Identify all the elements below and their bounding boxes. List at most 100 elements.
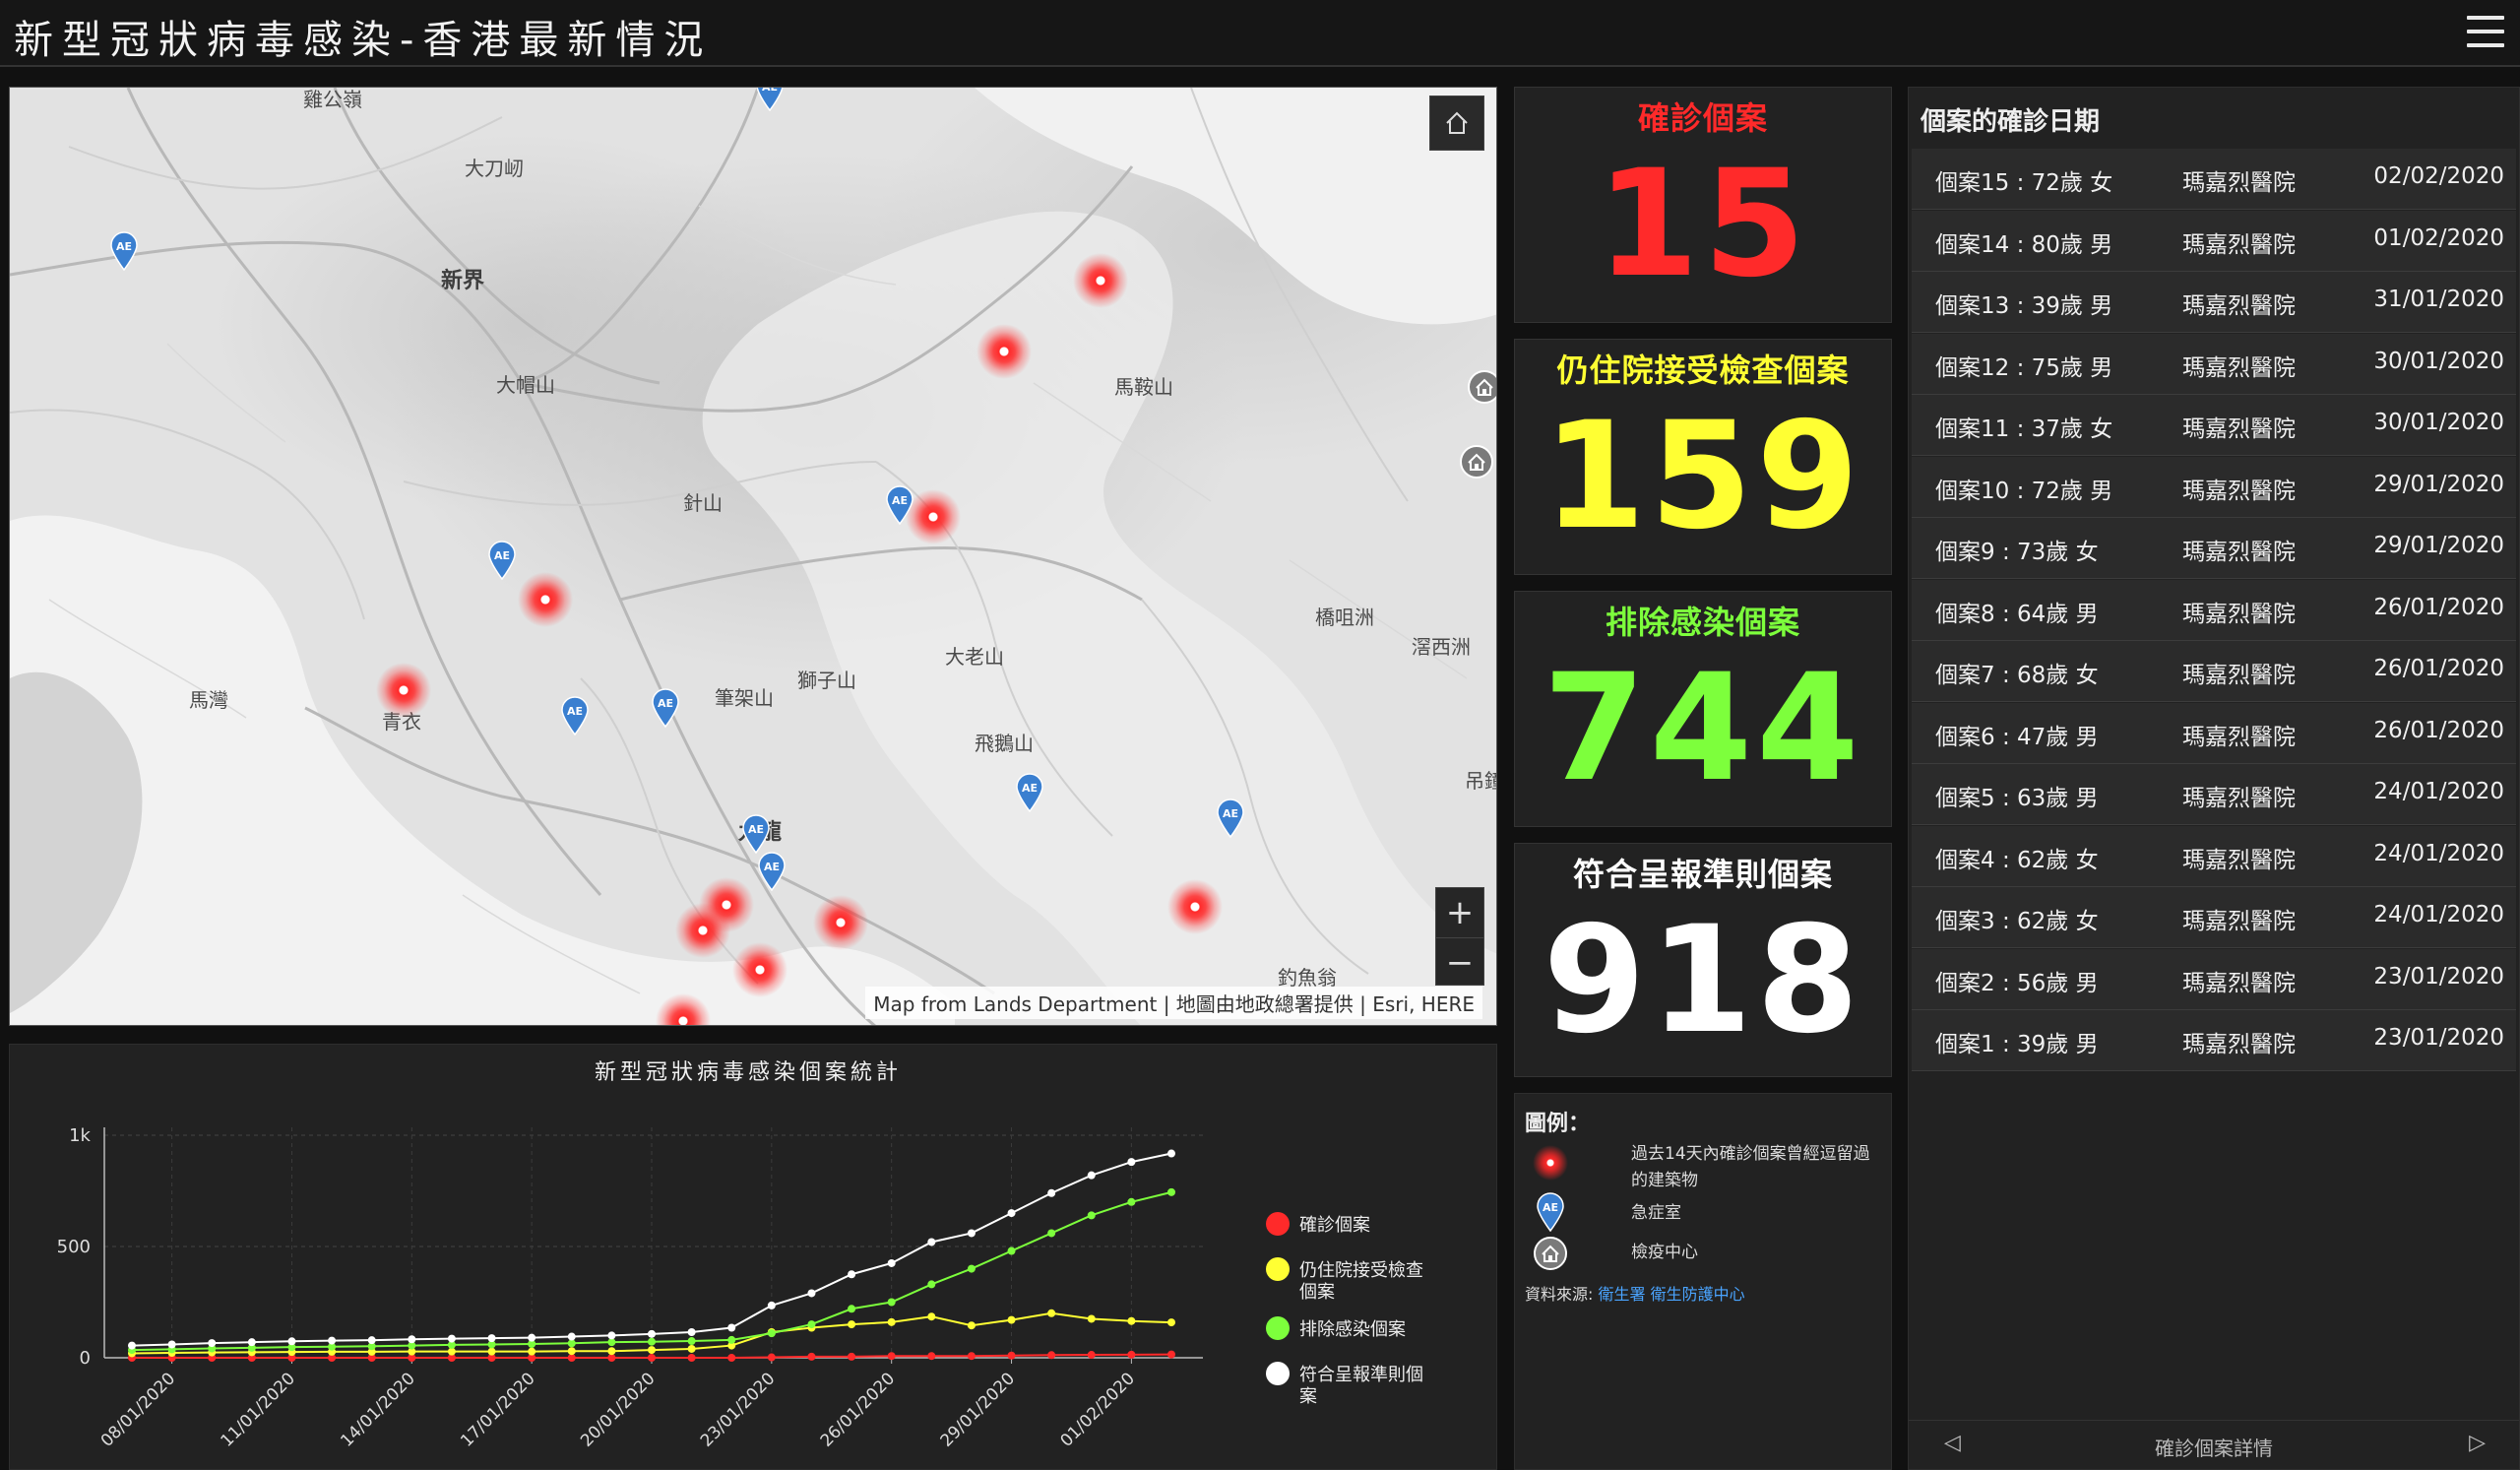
legend-item-label: 過去14天內確診個案曾經逗留過的建築物 (1631, 1144, 1870, 1190)
case-row[interactable]: 個案7 : 68歲 女 瑪嘉烈醫院 26/01/2020 (1912, 641, 2516, 702)
data-point (1007, 1315, 1016, 1324)
ae-marker-icon[interactable]: AE (1015, 773, 1044, 812)
case-hospital: 瑪嘉烈醫院 (2182, 663, 2296, 688)
case-row[interactable]: 個案15 : 72歲 女 瑪嘉烈醫院 02/02/2020 (1912, 149, 2516, 210)
case-building-hotspot[interactable] (675, 903, 730, 958)
case-building-hotspot[interactable] (813, 895, 868, 950)
ae-marker-icon[interactable]: AE (1216, 799, 1245, 838)
case-label: 個案15 : 72歲 女 (1935, 170, 2113, 196)
data-point (807, 1320, 816, 1329)
data-point (648, 1354, 656, 1362)
case-building-hotspot[interactable] (376, 663, 431, 718)
case-row[interactable]: 個案3 : 62歲 女 瑪嘉烈醫院 24/01/2020 (1912, 887, 2516, 948)
stat-card-hospitalised: 仍住院接受檢查個案 159 (1514, 339, 1892, 575)
data-point (767, 1329, 776, 1338)
data-point (1047, 1188, 1056, 1197)
case-label: 個案3 : 62歲 女 (1935, 909, 2099, 934)
x-tick-label: 17/01/2020 (457, 1369, 538, 1450)
case-label: 個案14 : 80歲 男 (1935, 231, 2113, 258)
data-point (927, 1352, 936, 1361)
stat-card-confirmed: 確診個案 15 (1514, 87, 1892, 323)
zoom-out-button[interactable]: − (1436, 937, 1483, 987)
case-building-hotspot[interactable] (1167, 879, 1223, 934)
data-point (887, 1317, 896, 1326)
quarantine-centre-icon[interactable] (1468, 370, 1496, 404)
case-building-hotspot[interactable] (732, 942, 788, 997)
data-point (1167, 1350, 1175, 1359)
ae-marker-icon[interactable]: AE (755, 88, 785, 111)
data-point (447, 1334, 456, 1343)
case-row[interactable]: 個案5 : 63歲 男 瑪嘉烈醫院 24/01/2020 (1912, 764, 2516, 825)
hamburger-menu-icon[interactable] (2467, 12, 2504, 51)
data-point (727, 1323, 736, 1332)
data-source-label: 資料來源: (1525, 1285, 1594, 1304)
stat-label: 仍住院接受檢查個案 (1556, 352, 1850, 389)
data-point (727, 1335, 736, 1344)
data-point (487, 1334, 496, 1343)
data-point (1047, 1309, 1056, 1317)
case-building-hotspot[interactable] (1073, 253, 1128, 308)
map-zoom-control: + − (1435, 887, 1484, 986)
data-point (807, 1352, 816, 1361)
data-point (887, 1352, 896, 1361)
case-date: 26/01/2020 (2373, 656, 2504, 681)
data-point (247, 1338, 256, 1347)
case-hospital: 瑪嘉烈醫院 (2182, 170, 2296, 196)
case-row[interactable]: 個案10 : 72歲 男 瑪嘉烈醫院 29/01/2020 (1912, 456, 2516, 518)
data-point (1167, 1187, 1175, 1196)
ae-marker-icon[interactable]: AE (885, 485, 914, 525)
data-point (1167, 1149, 1175, 1158)
legend-label: 排除感染個案 (1299, 1319, 1406, 1340)
data-point (1087, 1314, 1096, 1323)
legend-label: 仍住院接受檢查個案 (1299, 1260, 1423, 1303)
next-page-icon[interactable]: ▷ (2469, 1431, 2486, 1455)
data-point (607, 1331, 616, 1340)
map-view[interactable]: 雞公嶺 大刀屻 新界 大帽山 針山 馬鞍山 大老山 獅子山 筆架山 飛鵝山 馬灣… (9, 87, 1497, 1026)
case-building-hotspot[interactable] (518, 572, 573, 627)
data-point (1167, 1318, 1175, 1327)
legend-label: 符合呈報準則個案 (1299, 1365, 1423, 1407)
ae-marker-icon[interactable]: AE (560, 696, 590, 735)
map-home-button[interactable] (1429, 96, 1484, 151)
case-row[interactable]: 個案2 : 56歲 男 瑪嘉烈醫院 23/01/2020 (1912, 948, 2516, 1010)
map-place-label: 筆架山 (715, 686, 774, 710)
top-bar: 新型冠狀病毒感染-香港最新情況 (0, 0, 2520, 67)
case-label: 個案9 : 73歲 女 (1935, 540, 2099, 565)
data-point (848, 1320, 856, 1329)
data-point (1127, 1316, 1136, 1325)
ae-marker-icon[interactable]: AE (741, 814, 771, 854)
case-label: 個案6 : 47歲 男 (1935, 724, 2099, 750)
case-row[interactable]: 個案13 : 39歲 男 瑪嘉烈醫院 31/01/2020 (1912, 272, 2516, 333)
quarantine-centre-icon[interactable] (1460, 445, 1493, 479)
case-row[interactable]: 個案12 : 75歲 男 瑪嘉烈醫院 30/01/2020 (1912, 333, 2516, 395)
svg-text:AE: AE (494, 549, 510, 562)
case-label: 個案2 : 56歲 男 (1935, 970, 2099, 996)
data-point (1127, 1197, 1136, 1206)
data-point (567, 1332, 576, 1341)
case-row[interactable]: 個案4 : 62歲 女 瑪嘉烈醫院 24/01/2020 (1912, 825, 2516, 887)
ae-marker-icon[interactable]: AE (757, 852, 787, 891)
data-point (967, 1321, 976, 1330)
ae-marker-icon[interactable]: AE (651, 688, 680, 728)
case-building-hotspot[interactable] (976, 324, 1032, 379)
case-date: 23/01/2020 (2373, 963, 2504, 990)
map-place-label: 馬灣 (189, 688, 228, 712)
case-list-footer: ◁ 確診個案詳情 ▷ (1909, 1420, 2519, 1469)
case-row[interactable]: 個案14 : 80歲 男 瑪嘉烈醫院 01/02/2020 (1912, 210, 2516, 272)
zoom-in-button[interactable]: + (1436, 888, 1483, 937)
case-row[interactable]: 個案8 : 64歲 男 瑪嘉烈醫院 26/01/2020 (1912, 579, 2516, 641)
case-row[interactable]: 個案11 : 37歲 女 瑪嘉烈醫院 30/01/2020 (1912, 395, 2516, 456)
ae-marker-icon[interactable]: AE (109, 231, 139, 271)
stat-value: 744 (1543, 643, 1863, 814)
data-source-link[interactable]: 衛生署 衛生防護中心 (1599, 1285, 1745, 1304)
case-row[interactable]: 個案1 : 39歲 男 瑪嘉烈醫院 23/01/2020 (1912, 1010, 2516, 1071)
case-date: 29/01/2020 (2373, 533, 2504, 558)
stat-value: 15 (1596, 139, 1810, 310)
ae-marker-icon[interactable]: AE (487, 541, 517, 580)
data-point (927, 1238, 936, 1246)
svg-text:AE: AE (116, 240, 132, 253)
x-tick-label: 23/01/2020 (697, 1369, 779, 1450)
case-row[interactable]: 個案6 : 47歲 男 瑪嘉烈醫院 26/01/2020 (1912, 702, 2516, 764)
case-hospital: 瑪嘉烈醫院 (2182, 724, 2296, 750)
case-row[interactable]: 個案9 : 73歲 女 瑪嘉烈醫院 29/01/2020 (1912, 518, 2516, 579)
